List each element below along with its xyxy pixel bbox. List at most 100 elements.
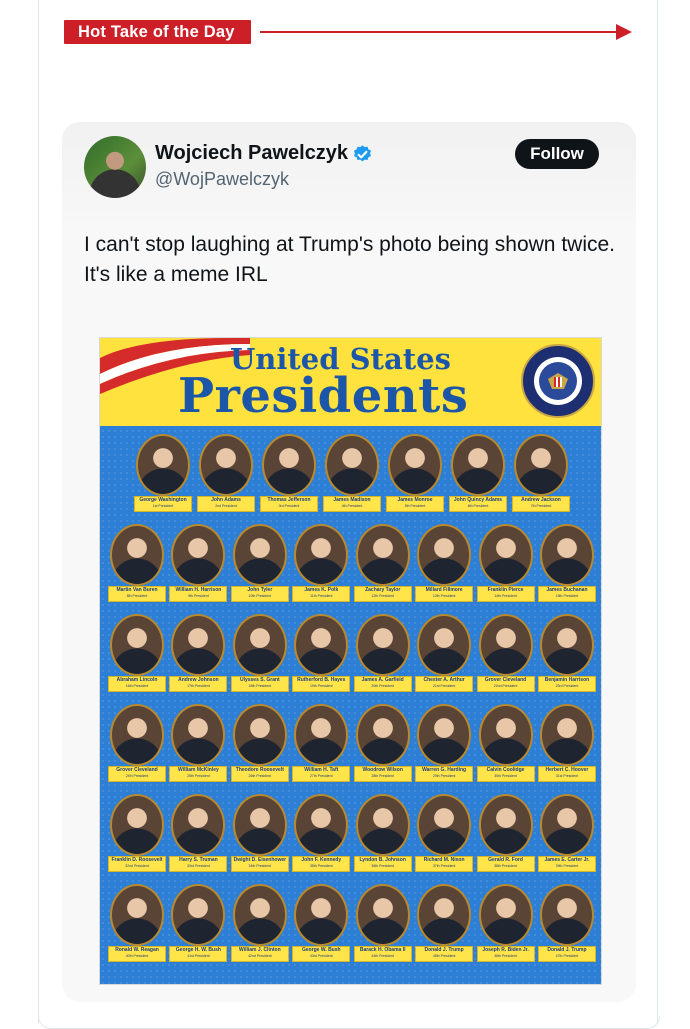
president-name: George W. Bush — [301, 947, 341, 953]
president-card: John Quincy Adams 6th President — [449, 434, 507, 520]
avatar[interactable] — [84, 136, 146, 198]
president-card: John Tyler 10th President — [230, 524, 289, 610]
president-nameplate: Andrew Jackson 7th President — [512, 496, 570, 512]
president-nameplate: Millard Fillmore 13th President — [415, 586, 474, 602]
president-number: 46th President — [494, 954, 517, 958]
president-number: 38th President — [494, 864, 517, 868]
president-number: 24th President — [125, 774, 149, 778]
president-portrait — [110, 524, 164, 586]
president-card: William J. Clinton 42nd President — [230, 884, 289, 970]
president-portrait — [514, 434, 568, 496]
president-portrait — [451, 434, 505, 496]
president-number: 5th President — [404, 504, 426, 508]
president-nameplate: Franklin D. Roosevelt 32nd President — [108, 856, 166, 872]
president-name: George Washington — [139, 497, 187, 503]
presidents-row: George Washington 1st President John Adams… — [108, 434, 596, 524]
president-portrait — [110, 884, 164, 946]
president-card: Franklin D. Roosevelt 32nd President — [108, 794, 166, 880]
president-nameplate: Ulysses S. Grant 18th President — [230, 676, 289, 692]
president-name: Zachary Taylor — [365, 587, 401, 593]
president-card: James K. Polk 11th President — [292, 524, 351, 610]
president-name: James Monroe — [397, 497, 433, 503]
president-nameplate: George Washington 1st President — [134, 496, 192, 512]
president-card: Grover Cleveland 24th President — [108, 704, 166, 790]
president-number: 42nd President — [248, 954, 272, 958]
president-number: 18th President — [248, 684, 272, 688]
president-portrait — [355, 704, 410, 766]
president-card: Benjamin Harrison 23rd President — [537, 614, 596, 700]
president-portrait — [539, 794, 594, 856]
president-card: Donald J. Trump 45th President — [415, 884, 474, 970]
president-name: Chester A. Arthur — [423, 677, 465, 683]
president-card: James Buchanan 15th President — [537, 524, 596, 610]
president-name: Richard M. Nixon — [423, 857, 465, 863]
president-card: George W. Bush 43rd President — [292, 884, 351, 970]
tweet-card[interactable]: Wojciech Pawelczyk @WojPawelczyk Follow … — [62, 122, 636, 1002]
president-card: Chester A. Arthur 21st President — [415, 614, 474, 700]
president-nameplate: George H. W. Bush 41st President — [169, 946, 228, 962]
president-nameplate: Zachary Taylor 12th President — [353, 586, 412, 602]
president-nameplate: John Quincy Adams 6th President — [449, 496, 507, 512]
president-number: 23rd President — [555, 684, 579, 688]
president-name: Gerald R. Ford — [488, 857, 523, 863]
president-name: Martin Van Buren — [116, 587, 158, 593]
president-portrait — [417, 884, 472, 946]
presidents-poster-image[interactable]: United States Presidents George Washingt… — [99, 337, 602, 985]
president-card: Rutherford B. Hayes 19th President — [292, 614, 351, 700]
president-number: 34th President — [248, 864, 272, 868]
president-nameplate: Woodrow Wilson 28th President — [353, 766, 412, 782]
president-nameplate: Gerald R. Ford 38th President — [476, 856, 535, 872]
president-nameplate: James K. Polk 11th President — [292, 586, 351, 602]
president-card: William H. Taft 27th President — [292, 704, 351, 790]
president-number: 2nd President — [215, 504, 237, 508]
president-number: 35th President — [309, 864, 333, 868]
president-number: 27th President — [309, 774, 333, 778]
president-portrait — [539, 614, 594, 676]
president-portrait — [294, 884, 349, 946]
president-nameplate: Donald J. Trump 47th President — [537, 946, 596, 962]
president-card: Warren G. Harding 29th President — [415, 704, 474, 790]
president-card: Theodore Roosevelt 26th President — [230, 704, 289, 790]
president-number: 19th President — [309, 684, 333, 688]
president-name: William McKinley — [178, 767, 219, 773]
president-number: 32nd President — [125, 864, 149, 868]
president-number: 31st President — [555, 774, 579, 778]
president-name: Thomas Jefferson — [267, 497, 311, 503]
president-nameplate: James Monroe 5th President — [386, 496, 444, 512]
president-name: Millard Fillmore — [425, 587, 463, 593]
president-portrait — [417, 614, 472, 676]
president-card: George H. W. Bush 41st President — [169, 884, 228, 970]
president-number: 26th President — [248, 774, 272, 778]
president-number: 39th President — [555, 864, 579, 868]
president-card: Martin Van Buren 8th President — [108, 524, 166, 610]
president-name: Franklin Pierce — [487, 587, 524, 593]
president-number: 15th President — [555, 594, 579, 598]
display-name[interactable]: Wojciech Pawelczyk — [155, 142, 348, 165]
president-portrait — [171, 704, 226, 766]
president-portrait — [232, 884, 287, 946]
president-number: 45th President — [432, 954, 456, 958]
president-number: 37th President — [432, 864, 456, 868]
president-card: Dwight D. Eisenhower 34th President — [230, 794, 289, 880]
president-card: William H. Harrison 9th President — [169, 524, 228, 610]
president-nameplate: Richard M. Nixon 37th President — [415, 856, 474, 872]
president-nameplate: Andrew Johnson 17th President — [169, 676, 228, 692]
president-name: William H. Taft — [304, 767, 339, 773]
president-card: Ronald W. Reagan 40th President — [108, 884, 166, 970]
president-portrait — [417, 704, 472, 766]
president-nameplate: Joseph R. Biden Jr. 46th President — [476, 946, 535, 962]
president-number: 6th President — [467, 504, 489, 508]
president-nameplate: James E. Carter Jr. 39th President — [537, 856, 596, 872]
president-portrait — [171, 884, 226, 946]
presidents-row: Franklin D. Roosevelt 32nd President Harry… — [108, 794, 596, 884]
president-name: Donald J. Trump — [547, 947, 587, 953]
tweet-text: I can't stop laughing at Trump's photo b… — [84, 233, 615, 286]
presidents-row: Grover Cleveland 24th President William Mc… — [108, 704, 596, 794]
president-name: Abraham Lincoln — [116, 677, 158, 683]
presidential-seal-icon — [521, 344, 595, 418]
follow-button[interactable]: Follow — [515, 139, 599, 169]
president-card: John F. Kennedy 35th President — [292, 794, 351, 880]
verified-badge-icon — [354, 145, 371, 162]
handle[interactable]: @WojPawelczyk — [155, 169, 289, 190]
president-name: Rutherford B. Hayes — [297, 677, 346, 683]
